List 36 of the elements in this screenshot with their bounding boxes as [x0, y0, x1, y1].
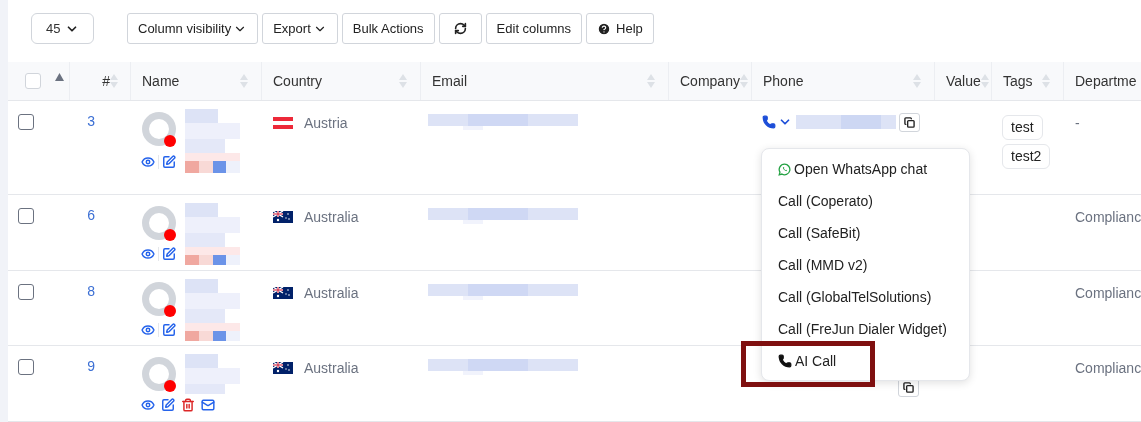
- department-text: Complianc: [1075, 208, 1141, 225]
- menu-item[interactable]: Call (SafeBit): [762, 217, 969, 249]
- tag-badge: test2: [1002, 143, 1051, 169]
- menu-item[interactable]: Call (MMD v2): [762, 249, 969, 281]
- menu-item[interactable]: Call (GlobalTelSolutions): [762, 281, 969, 313]
- country-name: Australia: [304, 207, 359, 227]
- help-button[interactable]: Help: [586, 13, 654, 45]
- menu-item[interactable]: AI Call: [762, 345, 969, 377]
- department-text: Complianc: [1075, 360, 1141, 377]
- toolbar-button[interactable]: Column visibility: [127, 13, 259, 45]
- toolbar-button[interactable]: Export: [262, 13, 338, 45]
- column-header[interactable]: Company: [680, 70, 740, 92]
- menu-item[interactable]: Call (FreJun Dialer Widget): [762, 313, 969, 345]
- column-header[interactable]: Name: [142, 70, 180, 92]
- column-header[interactable]: Tags: [1003, 70, 1033, 92]
- row-number-link[interactable]: 6: [87, 204, 95, 270]
- department-text: -: [1075, 114, 1080, 131]
- column-header[interactable]: Phone: [763, 70, 804, 92]
- country-name: Australia: [304, 359, 359, 379]
- menu-item[interactable]: Call (Coperato): [762, 185, 969, 217]
- row-number-link[interactable]: 3: [87, 110, 95, 194]
- menu-item[interactable]: Open WhatsApp chat: [762, 153, 969, 185]
- toolbar-button[interactable]: Bulk Actions: [341, 13, 435, 45]
- page-size-select[interactable]: 45: [31, 13, 94, 45]
- country-name: Austria: [304, 113, 348, 133]
- department-text: Complianc: [1075, 284, 1141, 301]
- column-header[interactable]: Country: [273, 70, 323, 92]
- toolbar-button[interactable]: Edit columns: [485, 13, 583, 45]
- column-header[interactable]: #: [102, 70, 110, 92]
- country-name: Australia: [304, 283, 359, 303]
- row-number-link[interactable]: 9: [87, 356, 95, 421]
- column-header[interactable]: Departme: [1075, 70, 1137, 92]
- column-header[interactable]: Value: [946, 70, 981, 92]
- row-number-link[interactable]: 8: [87, 280, 95, 346]
- column-header[interactable]: Email: [432, 70, 467, 92]
- tag-badge: test: [1002, 114, 1043, 140]
